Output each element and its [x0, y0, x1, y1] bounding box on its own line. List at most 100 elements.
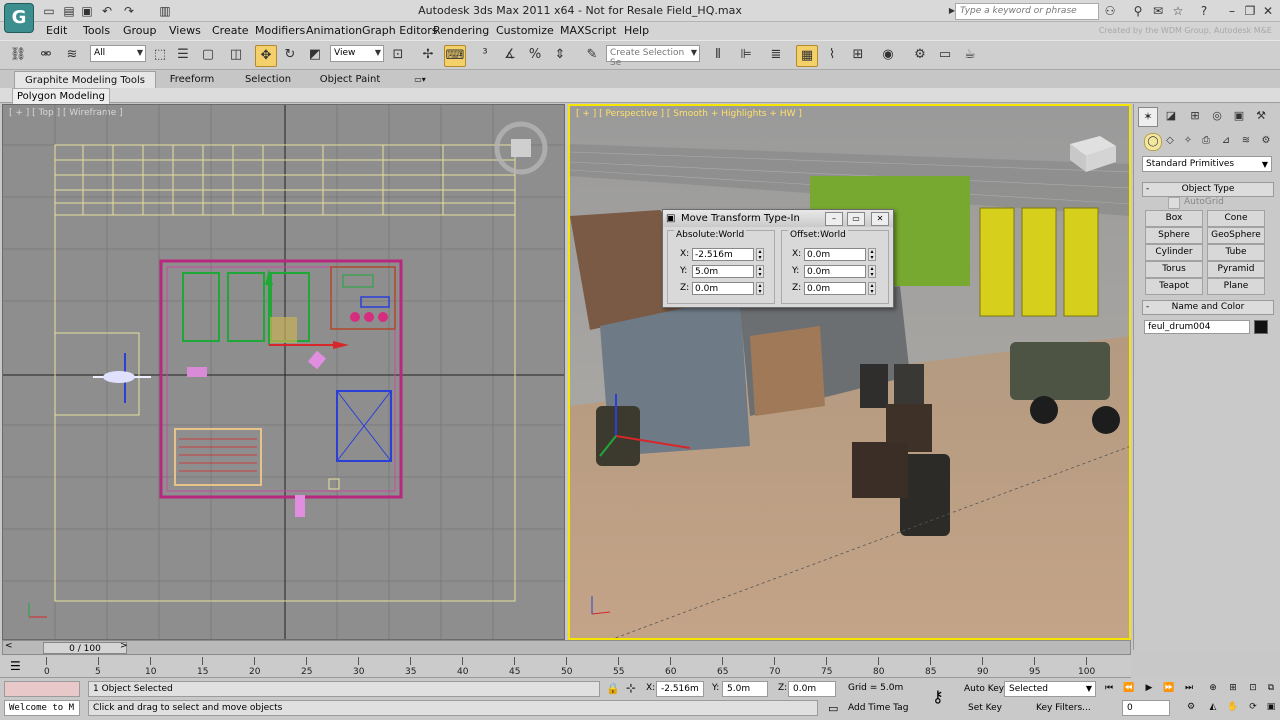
- time-slider[interactable]: < 0 / 100 >: [2, 640, 1131, 655]
- app-logo[interactable]: G: [4, 3, 34, 33]
- rendered-frame-window-icon[interactable]: ▭: [935, 45, 955, 65]
- object-color-swatch[interactable]: [1254, 320, 1268, 334]
- category-dropdown[interactable]: Standard Primitives ▼: [1142, 156, 1272, 172]
- maximize-viewport-icon[interactable]: ▣: [1262, 700, 1280, 714]
- rectangular-selection-icon[interactable]: ▢: [198, 45, 218, 65]
- display-tab-icon[interactable]: ▣: [1230, 107, 1248, 125]
- search-input[interactable]: Type a keyword or phrase: [955, 3, 1099, 20]
- viewport-perspective[interactable]: [ + ] [ Perspective ] [ Smooth + Highlig…: [568, 104, 1131, 640]
- select-and-link-icon[interactable]: ⛓: [8, 45, 28, 65]
- abs-y-spinner[interactable]: ▴ ▾: [756, 265, 764, 278]
- open-file-icon[interactable]: ▤: [62, 4, 76, 18]
- binoculars-icon[interactable]: ⚇: [1102, 3, 1118, 19]
- orbit-icon[interactable]: ⟳: [1244, 700, 1262, 714]
- graphite-toggle-icon[interactable]: ▦: [796, 45, 818, 67]
- favorites-star-icon[interactable]: ☆: [1170, 3, 1186, 19]
- motion-tab-icon[interactable]: ◎: [1208, 107, 1226, 125]
- name-and-color-rollout[interactable]: - Name and Color: [1142, 300, 1274, 315]
- new-file-icon[interactable]: ▭: [42, 4, 56, 18]
- abs-x-field[interactable]: -2.516m: [692, 248, 754, 261]
- time-slider-next-icon[interactable]: >: [120, 641, 128, 651]
- geometry-category-icon[interactable]: ◯: [1144, 133, 1162, 151]
- object-name-field[interactable]: feul_drum004: [1144, 320, 1250, 334]
- box-button[interactable]: Box: [1145, 210, 1203, 227]
- viewport-label-perspective[interactable]: [ + ] [ Perspective ] [ Smooth + Highlig…: [576, 109, 802, 119]
- status-y-field[interactable]: 5.0m: [722, 681, 768, 697]
- abs-x-spinner[interactable]: ▴ ▾: [756, 248, 764, 261]
- select-object-icon[interactable]: ⬚: [150, 45, 170, 65]
- time-slider-knob[interactable]: 0 / 100: [43, 642, 127, 654]
- redo-icon[interactable]: ↷: [122, 4, 136, 18]
- absolute-mode-icon[interactable]: ⊹: [626, 681, 636, 695]
- bind-space-warp-icon[interactable]: ≋: [62, 45, 82, 65]
- menu-tools[interactable]: Tools: [83, 24, 110, 37]
- current-frame-field[interactable]: 0: [1122, 700, 1170, 716]
- layer-manager-icon[interactable]: ≣: [766, 45, 786, 65]
- cone-button[interactable]: Cone: [1207, 210, 1265, 227]
- add-time-tag-button[interactable]: Add Time Tag: [848, 703, 908, 713]
- menu-animation[interactable]: Animation: [306, 24, 362, 37]
- dialog-minimize-button[interactable]: –: [825, 212, 843, 226]
- previous-frame-icon[interactable]: ⏪: [1120, 681, 1138, 695]
- pan-view-icon[interactable]: ✋: [1224, 700, 1242, 714]
- play-icon[interactable]: ▶: [1140, 681, 1158, 695]
- manipulate-icon[interactable]: ✢: [418, 45, 438, 65]
- auto-key-button[interactable]: Auto Key: [964, 684, 1004, 694]
- reference-coord-dropdown[interactable]: View ▼: [330, 45, 384, 62]
- select-and-scale-icon[interactable]: ◩: [305, 45, 325, 65]
- menu-create[interactable]: Create: [212, 24, 249, 37]
- zoom-extents-icon[interactable]: ⊡: [1244, 681, 1262, 695]
- maxscript-mini-listener[interactable]: Welcome to M: [4, 700, 80, 716]
- plane-button[interactable]: Plane: [1207, 278, 1265, 295]
- panel-polygon-modeling[interactable]: Polygon Modeling: [12, 88, 110, 105]
- key-set-dropdown[interactable]: Selected ▼: [1004, 681, 1096, 697]
- menu-graph-editors[interactable]: Graph Editors: [362, 24, 438, 37]
- track-bar[interactable]: ☰ 0 5 10 15 20 25 30 35 40 45 50 55 60 6…: [0, 656, 1131, 678]
- abs-z-spinner[interactable]: ▴ ▾: [756, 282, 764, 295]
- percent-snap-icon[interactable]: %: [525, 45, 545, 65]
- subscription-icon[interactable]: ⚲: [1130, 3, 1146, 19]
- zoom-icon[interactable]: ⊕: [1204, 681, 1222, 695]
- utilities-tab-icon[interactable]: ⚒: [1252, 107, 1270, 125]
- schematic-view-icon[interactable]: ⊞: [848, 45, 868, 65]
- maxscript-mini-listener-top[interactable]: [4, 681, 80, 697]
- off-z-field[interactable]: 0.0m: [804, 282, 866, 295]
- lights-category-icon[interactable]: ✧: [1180, 133, 1196, 149]
- time-tag-icon[interactable]: ▭: [828, 702, 838, 715]
- save-file-icon[interactable]: ▣: [80, 4, 94, 18]
- viewport-top[interactable]: [ + ] [ Top ] [ Wireframe ]: [2, 104, 565, 640]
- help-icon[interactable]: ?: [1196, 3, 1212, 19]
- space-warps-category-icon[interactable]: ≋: [1238, 133, 1254, 149]
- angle-snap-icon[interactable]: ∡: [500, 45, 520, 65]
- set-key-mode-icon[interactable]: ⚷: [932, 687, 944, 706]
- abs-z-field[interactable]: 0.0m: [692, 282, 754, 295]
- sphere-button[interactable]: Sphere: [1145, 227, 1203, 244]
- geosphere-button[interactable]: GeoSphere: [1207, 227, 1265, 244]
- render-production-icon[interactable]: ☕: [960, 45, 980, 65]
- key-filters-button[interactable]: Key Filters...: [1036, 703, 1091, 713]
- project-folder-icon[interactable]: ▥: [158, 4, 172, 18]
- zoom-extents-all-icon[interactable]: ⧉: [1262, 681, 1280, 695]
- edit-named-selection-icon[interactable]: ✎: [582, 45, 602, 65]
- menu-help[interactable]: Help: [624, 24, 649, 37]
- render-setup-icon[interactable]: ⚙: [910, 45, 930, 65]
- minimize-icon[interactable]: –: [1224, 3, 1240, 19]
- off-y-spinner[interactable]: ▴ ▾: [868, 265, 876, 278]
- named-selection-set-input[interactable]: Create Selection Se ▼: [606, 45, 700, 68]
- autogrid-checkbox[interactable]: [1168, 197, 1180, 209]
- systems-category-icon[interactable]: ⚙: [1258, 133, 1274, 149]
- status-x-field[interactable]: -2.516m: [656, 681, 704, 697]
- spinner-snap-icon[interactable]: ⇕: [550, 45, 570, 65]
- window-crossing-icon[interactable]: ◫: [226, 45, 246, 65]
- cylinder-button[interactable]: Cylinder: [1145, 244, 1203, 261]
- ribbon-options-icon[interactable]: ▭▾: [408, 71, 432, 88]
- restore-icon[interactable]: ❐: [1242, 3, 1258, 19]
- modify-tab-icon[interactable]: ◪: [1162, 107, 1180, 125]
- goto-start-icon[interactable]: ⏮: [1100, 681, 1118, 695]
- set-key-button[interactable]: Set Key: [968, 703, 1002, 713]
- menu-views[interactable]: Views: [169, 24, 201, 37]
- time-configuration-icon[interactable]: ⚙: [1182, 700, 1200, 714]
- zoom-all-icon[interactable]: ⊞: [1224, 681, 1242, 695]
- dialog-close-button[interactable]: ✕: [871, 212, 889, 226]
- select-by-name-icon[interactable]: ☰: [173, 45, 193, 65]
